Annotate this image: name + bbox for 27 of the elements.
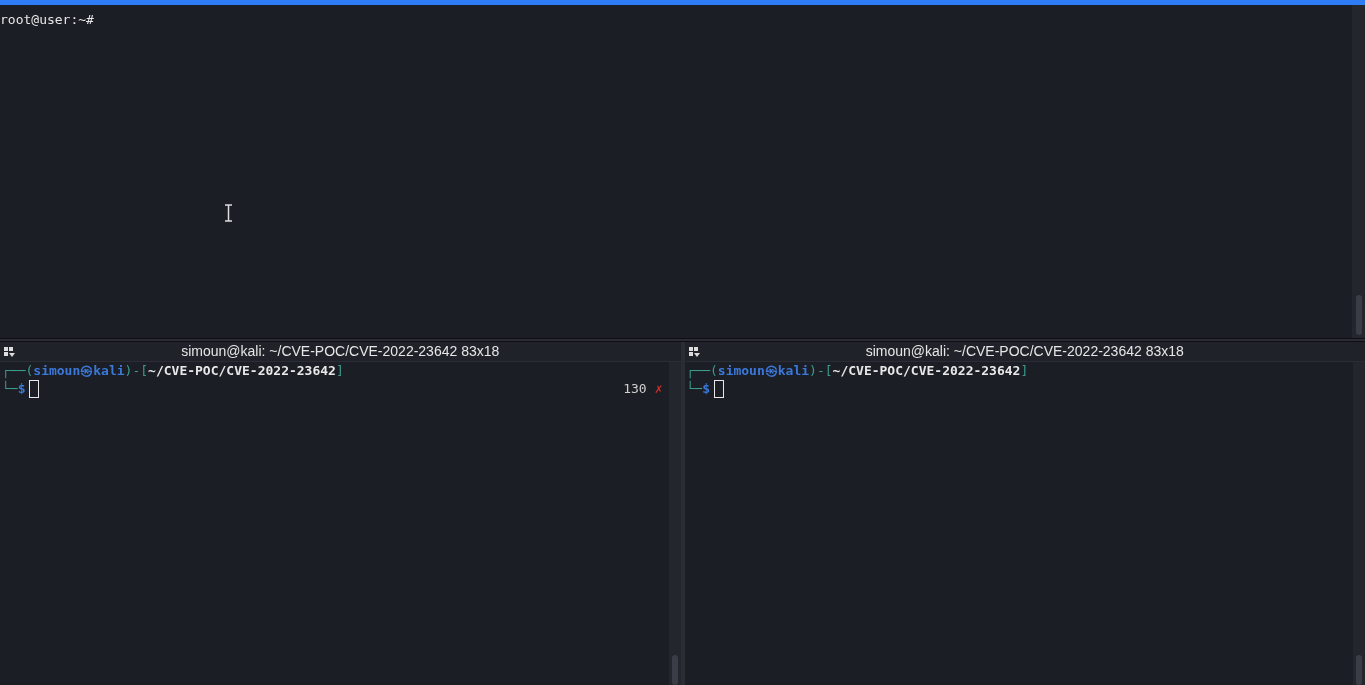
scrollbar-thumb[interactable] <box>1355 295 1362 335</box>
pane-title: simoun@kali: ~/CVE-POC/CVE-2022-23642 83x18 <box>865 342 1184 361</box>
prompt-user: simoun㉿kali <box>717 362 810 381</box>
split-menu-icon[interactable] <box>688 347 701 358</box>
error-mark: ✗ <box>654 380 663 399</box>
prompt-path: ~/CVE-POC/CVE-2022-23642 <box>148 362 336 381</box>
prompt-frame: ┌──( <box>2 361 34 381</box>
prompt-user: $ <box>17 381 26 399</box>
text-cursor-icon <box>224 204 233 222</box>
prompt-path: ~/CVE-POC/CVE-2022-23642 <box>832 362 1021 381</box>
cursor <box>714 380 724 398</box>
prompt-frame: └─ <box>686 379 703 399</box>
prompt-frame: ] <box>335 361 344 381</box>
prompt-frame: └─ <box>2 379 18 399</box>
prompt-frame: )-[ <box>809 361 833 381</box>
scrollbar-thumb[interactable] <box>1356 655 1362 685</box>
prompt-user: simoun㉿kali <box>33 362 125 381</box>
prompt-frame: ┌──( <box>686 361 718 381</box>
pane-title: simoun@kali: ~/CVE-POC/CVE-2022-23642 83x18 <box>181 342 500 361</box>
prompt-user: $ <box>702 381 710 399</box>
scrollbar-thumb[interactable] <box>671 655 678 685</box>
cursor <box>29 380 40 398</box>
shell-prompt: root@user:~# <box>0 12 94 27</box>
prompt-frame: ] <box>1020 361 1029 381</box>
prompt-frame: )-[ <box>124 361 149 381</box>
split-menu-icon[interactable] <box>4 347 16 358</box>
exit-code: 130 <box>623 380 647 399</box>
